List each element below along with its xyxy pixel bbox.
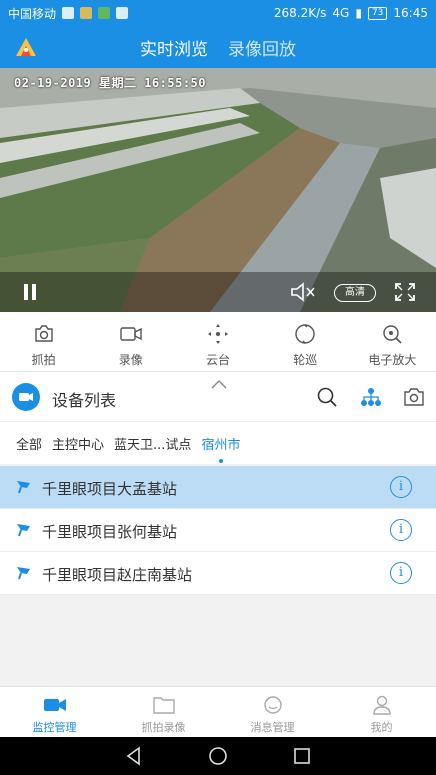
video-camera-icon <box>43 699 66 711</box>
video-record-icon <box>120 327 142 341</box>
tab-playback[interactable]: 录像回放 <box>228 35 296 60</box>
system-nav-bar <box>0 737 436 775</box>
video-toolbar: 抓拍 录像 云台 轮巡 电子放大 <box>0 312 436 372</box>
nav-messages[interactable]: 消息管理 <box>218 687 327 737</box>
home-icon[interactable] <box>208 746 228 766</box>
device-name: 千里眼项目大孟基站 <box>42 480 178 498</box>
video-player[interactable]: 02-19-2019 星期二 16:55:50 高清 <box>0 68 436 312</box>
toolbar-label: 录像 <box>118 353 143 367</box>
nav-label: 抓拍录像 <box>141 721 186 734</box>
nav-monitor[interactable]: 监控管理 <box>0 687 109 737</box>
device-list-title: 设备列表 <box>52 391 117 410</box>
patrol-button[interactable]: 轮巡 <box>262 312 349 371</box>
tab-live-view[interactable]: 实时浏览 <box>140 35 208 60</box>
device-row[interactable]: 千里眼项目大孟基站 i <box>0 466 436 509</box>
device-camera-icon <box>17 524 30 537</box>
folder-icon <box>152 697 175 714</box>
device-camera-icon <box>17 481 30 494</box>
network-type: 4G <box>332 6 350 20</box>
notification-icon <box>98 7 111 19</box>
nav-label: 消息管理 <box>250 721 295 734</box>
back-icon[interactable] <box>124 746 144 766</box>
nav-label: 监控管理 <box>32 721 77 734</box>
device-list-header: 设备列表 <box>0 372 436 422</box>
zoom-icon <box>383 325 402 344</box>
device-name: 千里眼项目赵庄南基站 <box>42 566 193 584</box>
device-camera-icon <box>17 567 30 580</box>
device-row[interactable]: 千里眼项目张何基站 i <box>0 509 436 552</box>
record-button[interactable]: 录像 <box>87 312 174 371</box>
device-list: 千里眼项目大孟基站 i 千里眼项目张何基站 i 千里眼项目赵庄南基站 i <box>0 466 436 595</box>
breadcrumb-item-current[interactable]: 宿州市 <box>201 434 240 463</box>
bottom-nav: 监控管理 抓拍录像 消息管理 我的 <box>0 686 436 737</box>
patrol-icon <box>295 324 315 344</box>
network-speed: 268.2K/s <box>273 6 327 20</box>
toolbar-label: 云台 <box>206 353 231 367</box>
capture-button[interactable]: 抓拍 <box>0 312 87 371</box>
search-icon[interactable] <box>316 386 338 408</box>
message-icon <box>263 696 282 714</box>
device-row[interactable]: 千里眼项目赵庄南基站 i <box>0 552 436 595</box>
fullscreen-icon[interactable] <box>394 282 416 302</box>
breadcrumb: 全部 主控中心 蓝天卫...试点 宿州市 <box>0 422 436 464</box>
nav-captures[interactable]: 抓拍录像 <box>109 687 218 737</box>
info-icon[interactable]: i <box>390 562 412 584</box>
device-name: 千里眼项目张何基站 <box>42 523 178 541</box>
info-icon[interactable]: i <box>390 476 412 498</box>
mute-icon[interactable] <box>290 282 316 302</box>
snapshot-icon[interactable] <box>402 386 426 408</box>
digital-zoom-button[interactable]: 电子放大 <box>349 312 436 371</box>
toolbar-label: 抓拍 <box>31 353 56 367</box>
ptz-icon <box>208 324 228 344</box>
toolbar-label: 轮巡 <box>293 353 318 367</box>
notification-icon <box>62 7 75 19</box>
notification-icon <box>116 7 129 19</box>
breadcrumb-item[interactable]: 主控中心 <box>52 434 104 453</box>
quality-toggle-button[interactable]: 高清 <box>334 284 376 302</box>
video-timestamp: 02-19-2019 星期二 16:55:50 <box>14 76 206 90</box>
toolbar-label: 电子放大 <box>368 353 417 367</box>
user-icon <box>372 695 391 715</box>
recents-icon[interactable] <box>292 746 312 766</box>
ptz-button[interactable]: 云台 <box>174 312 261 371</box>
app-bar: 实时浏览 录像回放 <box>0 26 436 68</box>
notification-icon <box>80 7 93 19</box>
tree-view-icon[interactable] <box>360 386 382 408</box>
device-list-icon <box>12 383 40 411</box>
battery-icon: 73 <box>367 6 388 20</box>
nav-label: 我的 <box>370 721 393 734</box>
info-icon[interactable]: i <box>390 519 412 541</box>
chevron-up-icon[interactable] <box>210 378 228 390</box>
signal-icon: ▮ <box>355 6 362 20</box>
video-controls: 高清 <box>0 272 436 312</box>
status-bar: 中国移动 268.2K/s 4G ▮ 73 16:45 <box>0 0 436 26</box>
clock: 16:45 <box>393 6 428 20</box>
breadcrumb-item[interactable]: 全部 <box>16 434 42 453</box>
carrier-label: 中国移动 <box>8 6 57 21</box>
breadcrumb-item[interactable]: 蓝天卫...试点 <box>114 434 191 453</box>
nav-profile[interactable]: 我的 <box>327 687 436 737</box>
pause-button[interactable] <box>22 284 38 300</box>
camera-icon <box>34 325 53 342</box>
